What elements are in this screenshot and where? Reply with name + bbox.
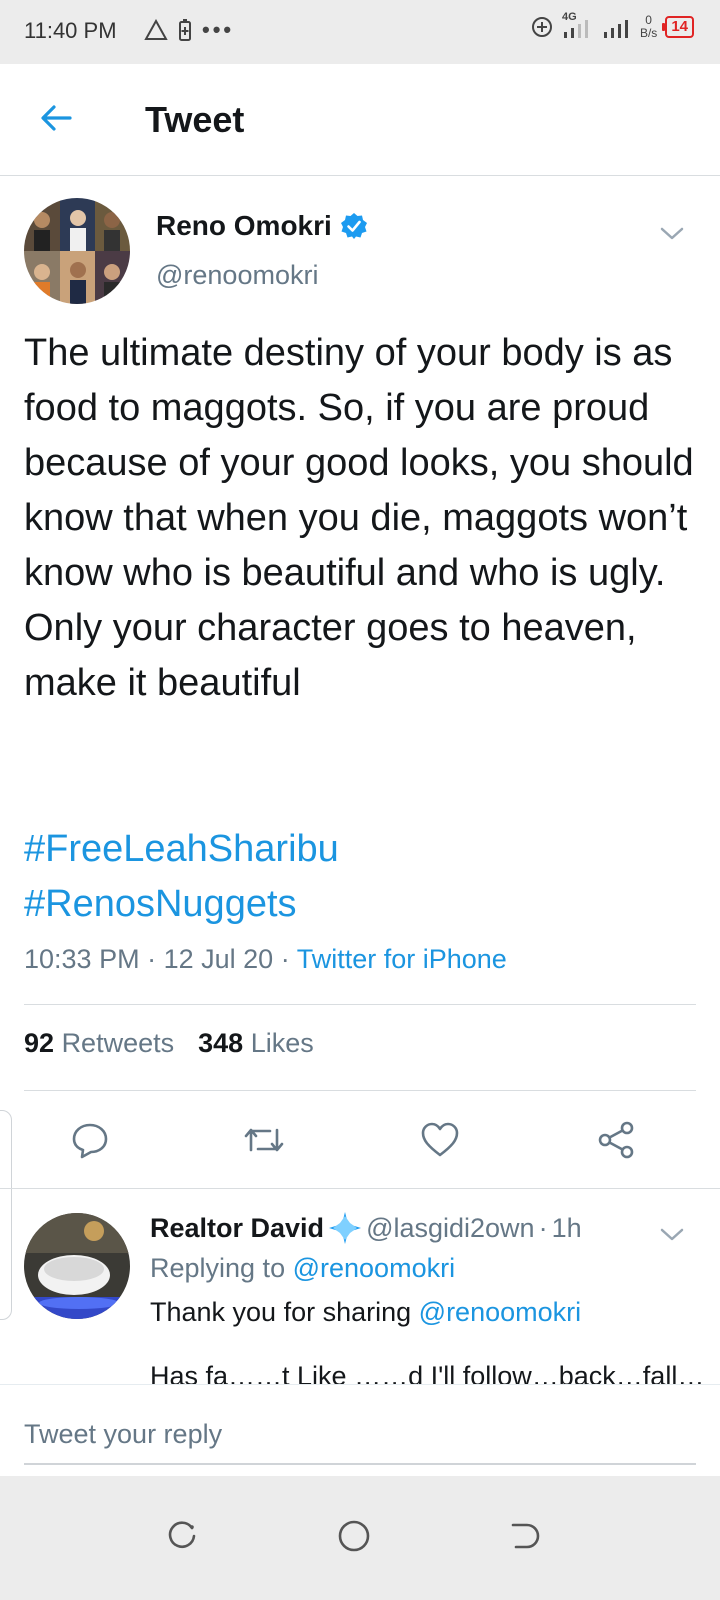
more-notifications-icon: ••• (202, 17, 235, 42)
retweets-count[interactable]: 92 Retweets (24, 1028, 174, 1059)
verified-badge-icon (340, 213, 367, 239)
retweet-button[interactable] (240, 1116, 288, 1164)
reply-avatar[interactable] (24, 1213, 130, 1319)
status-notification-icons: ••• (144, 18, 234, 42)
retweets-label: Retweets (61, 1028, 175, 1058)
likes-count[interactable]: 348 Likes (198, 1028, 314, 1059)
tweet-actions (0, 1094, 720, 1186)
heart-icon (421, 1122, 459, 1157)
recent-apps-icon (168, 1521, 196, 1549)
tweet-time: 10:33 PM (24, 944, 140, 974)
network-speed-unit: B/s (639, 26, 658, 40)
page-title: Tweet (145, 99, 245, 140)
author-handle[interactable]: @renoomokri (156, 260, 318, 291)
data-saver-icon (531, 17, 552, 37)
author-avatar[interactable] (24, 198, 130, 304)
reply-button[interactable] (66, 1116, 114, 1164)
home-button[interactable] (324, 1506, 384, 1566)
app-header: Tweet (0, 64, 720, 176)
reply-text: Thank you for sharing @renoomokri (150, 1297, 581, 1328)
recent-apps-button[interactable] (152, 1506, 212, 1566)
back-nav-icon (511, 1523, 540, 1549)
signal-4g-icon: 4G (562, 11, 594, 40)
chevron-down-icon (660, 227, 684, 240)
reply-composer (0, 1384, 720, 1476)
reply-tweet[interactable]: Realtor David @lasgidi2own · 1h Replying… (0, 1188, 720, 1384)
tweet-meta: 10:33 PM · 12 Jul 20 · Twitter for iPhon… (24, 944, 507, 975)
signal-icon (603, 20, 628, 38)
reply-input[interactable] (24, 1405, 696, 1465)
tweet-options-button[interactable] (652, 214, 692, 254)
mention-link[interactable]: @renoomokri (419, 1297, 581, 1327)
battery-saver-icon (179, 19, 191, 41)
retweet-icon (244, 1128, 284, 1152)
status-system-icons: 4G 0 B/s 14 (530, 11, 694, 40)
reply-header: Realtor David @lasgidi2own · 1h (150, 1211, 582, 1245)
back-nav-button[interactable] (494, 1506, 554, 1566)
meta-separator: · (538, 1212, 548, 1243)
tweet-date: 12 Jul 20 (163, 944, 274, 974)
replying-to-link[interactable]: @renoomokri (293, 1253, 455, 1283)
likes-number: 348 (198, 1028, 244, 1058)
arrow-left-icon (41, 105, 72, 131)
tweet-source-link[interactable]: Twitter for iPhone (297, 944, 507, 974)
status-time: 11:40 PM (24, 18, 117, 43)
comment-icon (72, 1123, 108, 1159)
meta-separator: · (147, 944, 164, 974)
like-button[interactable] (416, 1116, 464, 1164)
reply-text-body: Thank you for sharing (150, 1297, 412, 1327)
divider (24, 1004, 696, 1005)
share-button[interactable] (592, 1116, 640, 1164)
replying-to: Replying to @renoomokri (150, 1253, 455, 1284)
hashtag-link[interactable]: #RenosNuggets (24, 877, 339, 932)
sparkle-icon (329, 1212, 362, 1244)
warning-icon (144, 19, 168, 40)
engagement-counts: 92 Retweets 348 Likes (24, 1028, 314, 1059)
status-bar: 11:40 PM ••• 4G 0 B/s 14 (0, 0, 720, 64)
share-icon (598, 1121, 634, 1159)
author-name-text: Reno Omokri (156, 210, 332, 241)
author-name[interactable]: Reno Omokri (156, 210, 368, 242)
retweets-number: 92 (24, 1028, 55, 1058)
back-button[interactable] (32, 94, 80, 142)
tweet-hashtags: #FreeLeahSharibu #RenosNuggets (24, 822, 339, 932)
reply-options-button[interactable] (652, 1215, 692, 1255)
reply-text-cutoff: Has fa……t Like ……d I'll follow…back…fall… (150, 1361, 705, 1384)
reply-author-handle[interactable]: @lasgidi2own (366, 1213, 535, 1244)
chevron-down-icon (660, 1228, 684, 1241)
likes-label: Likes (250, 1028, 314, 1058)
replying-to-label: Replying to (150, 1253, 286, 1283)
tweet-text: The ultimate destiny of your body is as … (24, 332, 694, 704)
divider (24, 1090, 696, 1091)
hashtag-link[interactable]: #FreeLeahSharibu (24, 822, 339, 877)
reply-age: 1h (551, 1212, 582, 1243)
reply-author-name[interactable]: Realtor David (150, 1213, 324, 1244)
meta-separator: · (280, 944, 297, 974)
battery-indicator: 14 (662, 16, 694, 38)
network-speed: 0 B/s (640, 14, 657, 40)
system-nav-bar (0, 1476, 720, 1600)
home-circle-icon (338, 1520, 370, 1552)
